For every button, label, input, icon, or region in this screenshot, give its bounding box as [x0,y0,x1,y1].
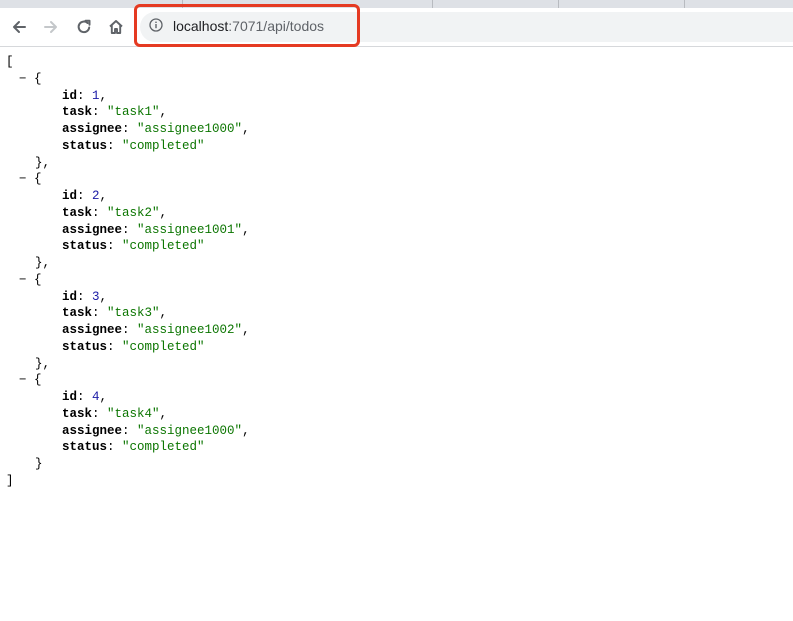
json-string-value: "completed" [122,239,205,254]
json-number-value: 2 [92,189,100,203]
json-row-assignee: assignee: "assignee1001", [62,222,250,237]
collapse-toggle[interactable]: − [19,172,27,186]
json-row-assignee: assignee: "assignee1002", [62,323,250,337]
json-object-open: { [26,71,42,86]
reload-icon [77,19,91,34]
json-key: status [62,138,108,153]
json-key: id [62,189,78,203]
json-object-close: }, [35,256,51,270]
json-key: id [62,390,78,404]
json-object-open: { [26,373,42,388]
json-object-open: { [26,172,42,187]
json-string-value: "task1" [107,105,160,120]
json-row-status: status: "completed" [62,339,205,354]
json-object-close: }, [35,155,51,170]
json-number-value: 1 [92,88,100,103]
json-key: id [62,289,78,304]
json-key: assignee [62,222,123,237]
json-number-value: 3 [92,289,100,304]
reload-button[interactable] [69,12,99,42]
browser-toolbar [0,8,793,47]
json-close-bracket: ] [6,473,14,488]
json-row-task: task: "task3", [62,306,168,321]
json-key: assignee [62,122,123,136]
json-key: task [62,205,93,220]
tab-separator [432,0,433,8]
json-row-status: status: "completed" [62,138,205,153]
json-key: assignee [62,423,123,438]
json-string-value: "completed" [122,339,205,354]
json-row-task: task: "task4", [62,406,168,421]
json-string-value: "task3" [107,306,160,321]
json-string-value: "assignee1000" [137,423,243,438]
forward-button[interactable] [36,12,66,42]
arrow-left-icon [13,21,26,33]
json-key: task [62,406,93,421]
json-string-value: "completed" [122,138,205,153]
json-row-id: id: 3, [62,289,108,304]
json-string-value: "assignee1001" [137,222,243,237]
json-row-id: id: 2, [62,189,108,203]
json-row-assignee: assignee: "assignee1000", [62,122,250,136]
json-key: assignee [62,323,123,337]
tab-separator [558,0,559,8]
collapse-toggle[interactable]: − [19,72,27,86]
json-row-status: status: "completed" [62,239,205,254]
home-icon [109,20,123,34]
json-row-status: status: "completed" [62,440,205,455]
json-number-value: 4 [92,390,100,404]
json-key: task [62,306,93,321]
json-row-task: task: "task1", [62,105,168,120]
json-row-task: task: "task2", [62,205,168,220]
json-row-assignee: assignee: "assignee1000", [62,423,250,438]
json-key: task [62,105,93,120]
arrow-right-icon [44,21,57,33]
json-key: status [62,239,108,254]
json-string-value: "task4" [107,406,160,421]
address-highlight-box [134,4,360,47]
tab-strip [0,0,793,8]
collapse-toggle[interactable]: − [19,273,27,287]
json-key: status [62,440,108,455]
json-string-value: "completed" [122,440,205,455]
json-string-value: "assignee1000" [137,122,243,136]
json-row-id: id: 1, [62,88,108,103]
collapse-toggle[interactable]: − [19,373,27,387]
back-button[interactable] [4,12,34,42]
json-string-value: "task2" [107,205,160,220]
json-row-id: id: 4, [62,390,108,404]
json-object-close: } [35,457,43,471]
json-key: id [62,88,78,103]
json-string-value: "assignee1002" [137,323,243,337]
json-object-close: }, [35,356,51,371]
json-viewer: [ − { id: 1, task: "task1", assignee: "a… [0,54,250,490]
json-open-bracket: [ [6,55,14,69]
json-key: status [62,339,108,354]
tab-separator [684,0,685,8]
home-button[interactable] [101,12,131,42]
json-object-open: { [26,272,42,287]
